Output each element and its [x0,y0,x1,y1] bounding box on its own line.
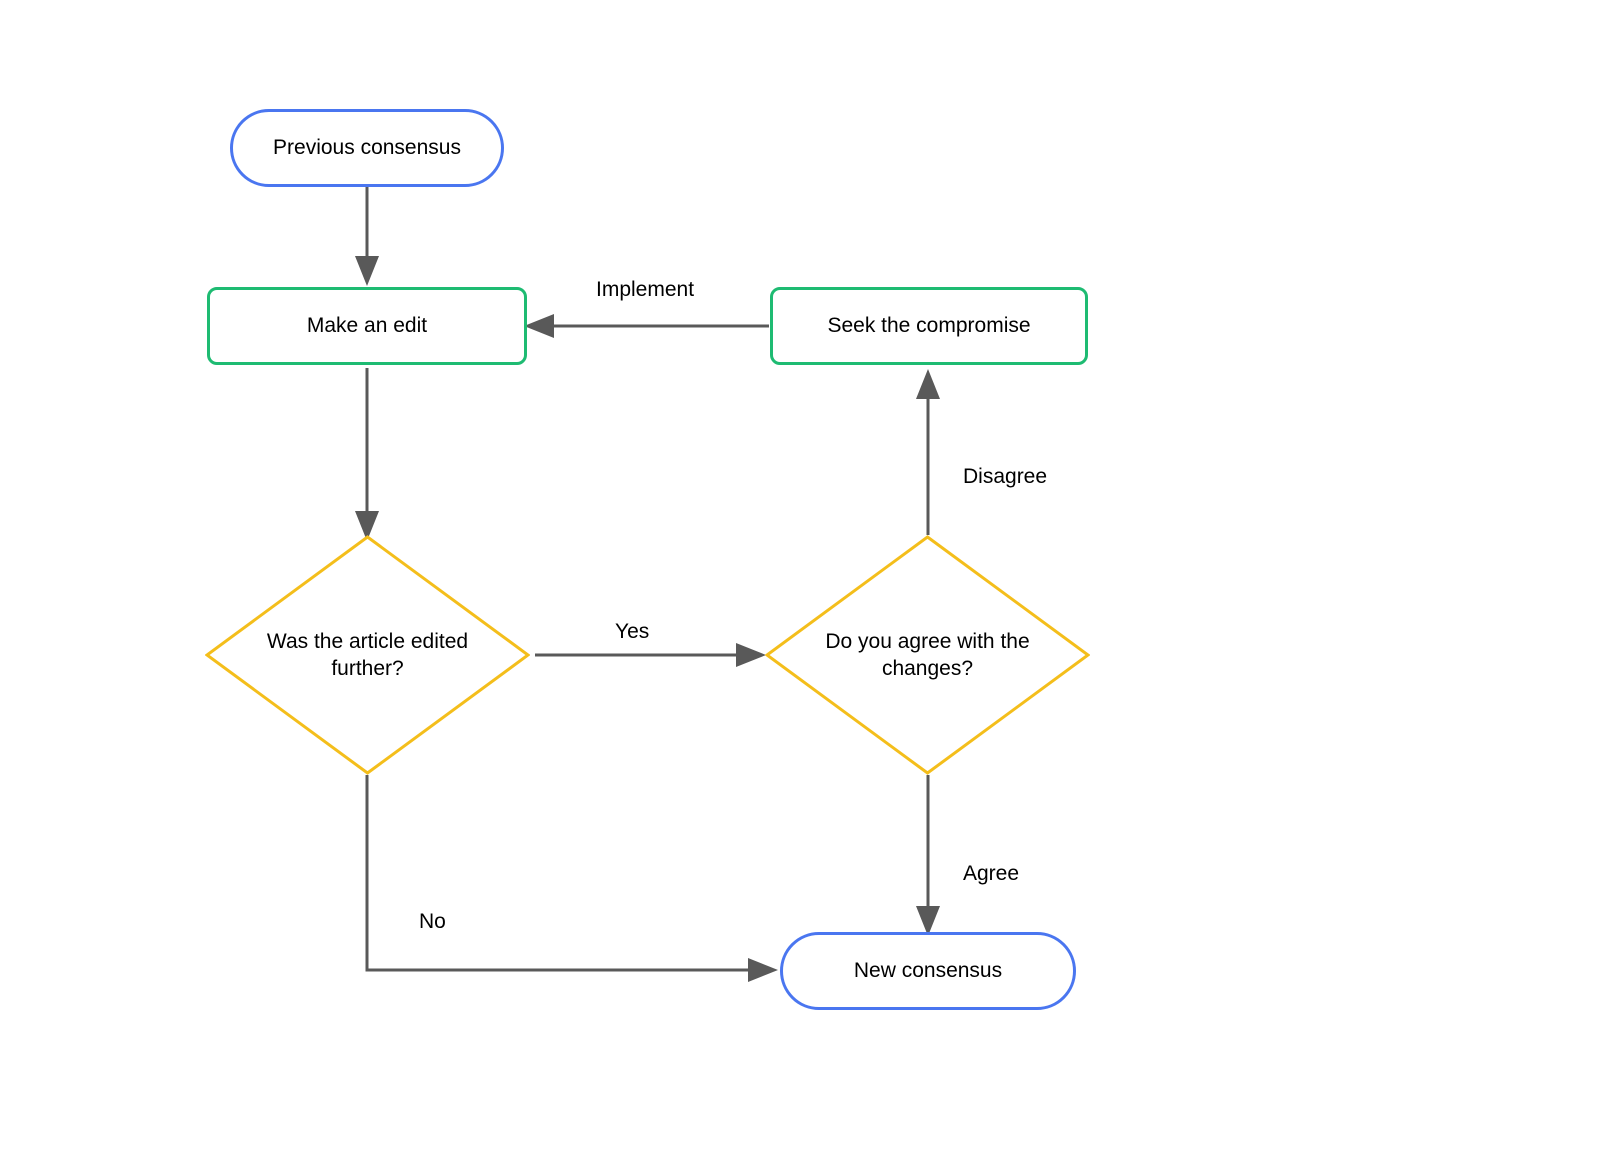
node-make-edit-process: Make an edit [207,287,527,365]
flowchart-canvas: Previous consensus Make an edit Seek the… [0,0,1624,1160]
node-edited-further-decision: Was the article edited further? [205,535,530,775]
edge-label-implement: Implement [596,278,694,302]
node-make-edit-label: Make an edit [307,314,427,338]
edge-label-no: No [419,910,446,934]
node-end-terminal: New consensus [780,932,1076,1010]
node-edited-further-label: Was the article edited further? [254,628,482,683]
node-agree-changes-decision: Do you agree with the changes? [765,535,1090,775]
edge-editedfurther-to-end [367,775,772,970]
edge-label-agree: Agree [963,862,1019,886]
node-start-label: Previous consensus [273,136,461,160]
node-agree-changes-label: Do you agree with the changes? [814,628,1042,683]
edge-label-disagree: Disagree [963,465,1047,489]
edge-label-yes: Yes [615,620,649,644]
node-compromise-process: Seek the compromise [770,287,1088,365]
node-compromise-label: Seek the compromise [827,314,1030,338]
node-end-label: New consensus [854,959,1002,983]
node-start-terminal: Previous consensus [230,109,504,187]
